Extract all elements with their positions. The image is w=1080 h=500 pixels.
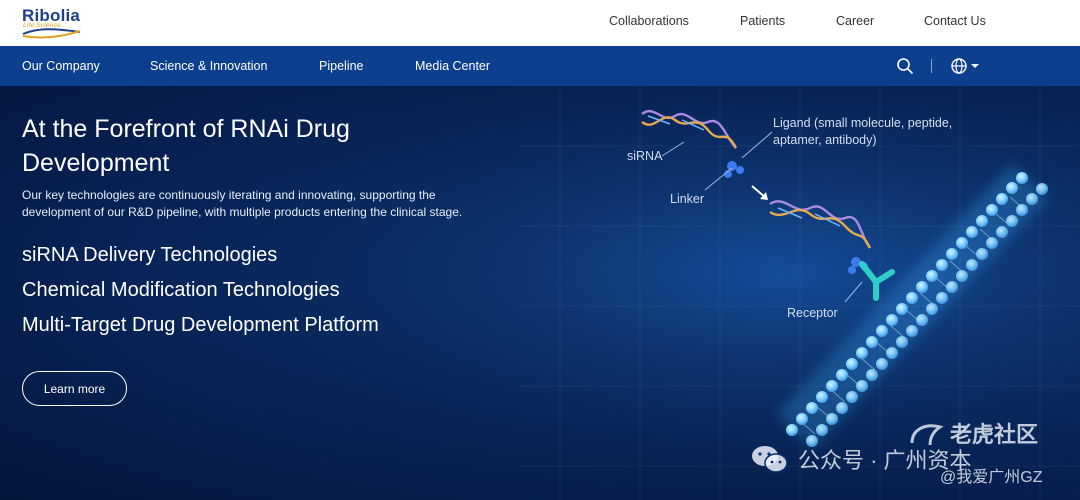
nav-our-company[interactable]: Our Company — [22, 59, 100, 73]
receptor-icon — [859, 261, 895, 301]
search-icon[interactable] — [896, 57, 914, 75]
nav-pipeline[interactable]: Pipeline — [319, 59, 363, 73]
learn-more-button[interactable]: Learn more — [22, 371, 127, 406]
globe-icon[interactable] — [950, 57, 980, 75]
chevron-down-icon — [971, 64, 979, 68]
linker-beads-top — [724, 161, 744, 178]
feature-chemical-modification: Chemical Modification Technologies — [22, 279, 340, 301]
hero-title: At the Forefront of RNAi Drug Developmen… — [22, 115, 350, 177]
nav-media-center[interactable]: Media Center — [415, 59, 490, 73]
tiger-logo-icon — [910, 424, 944, 446]
feature-sirna-delivery: siRNA Delivery Technologies — [22, 244, 278, 266]
label-receptor: Receptor — [787, 306, 838, 320]
ribolia-logo[interactable]: Ribolia Life Science — [22, 6, 84, 40]
hero-banner: At the Forefront of RNAi Drug Developmen… — [0, 86, 1080, 500]
watermark-community: 老虎社区 — [950, 422, 1039, 447]
feature-multi-target-platform: Multi-Target Drug Development Platform — [22, 314, 379, 336]
nav-science-innovation[interactable]: Science & Innovation — [150, 59, 267, 73]
sirna-helix-top — [641, 110, 738, 149]
wechat-icon — [752, 446, 788, 473]
toplink-patients[interactable]: Patients — [740, 14, 785, 28]
logo-swoosh-icon — [22, 28, 81, 39]
sirna-helix-bottom — [769, 200, 872, 249]
toplink-contact-us[interactable]: Contact Us — [924, 14, 986, 28]
label-linker: Linker — [670, 192, 705, 206]
label-sirna: siRNA — [627, 149, 663, 163]
hero-description: Our key technologies are continuously it… — [22, 188, 463, 219]
toplink-collaborations[interactable]: Collaborations — [609, 14, 689, 28]
label-ligand: Ligand (small molecule, peptide, aptamer… — [773, 116, 953, 147]
nav-divider — [931, 59, 932, 73]
main-nav: Our Company Science & Innovation Pipelin… — [0, 46, 1080, 86]
toplink-career[interactable]: Career — [836, 14, 874, 28]
watermark-handle: @我爱广州GZ — [940, 469, 1043, 486]
top-header: Ribolia Life Science Collaborations Pati… — [0, 0, 1080, 46]
